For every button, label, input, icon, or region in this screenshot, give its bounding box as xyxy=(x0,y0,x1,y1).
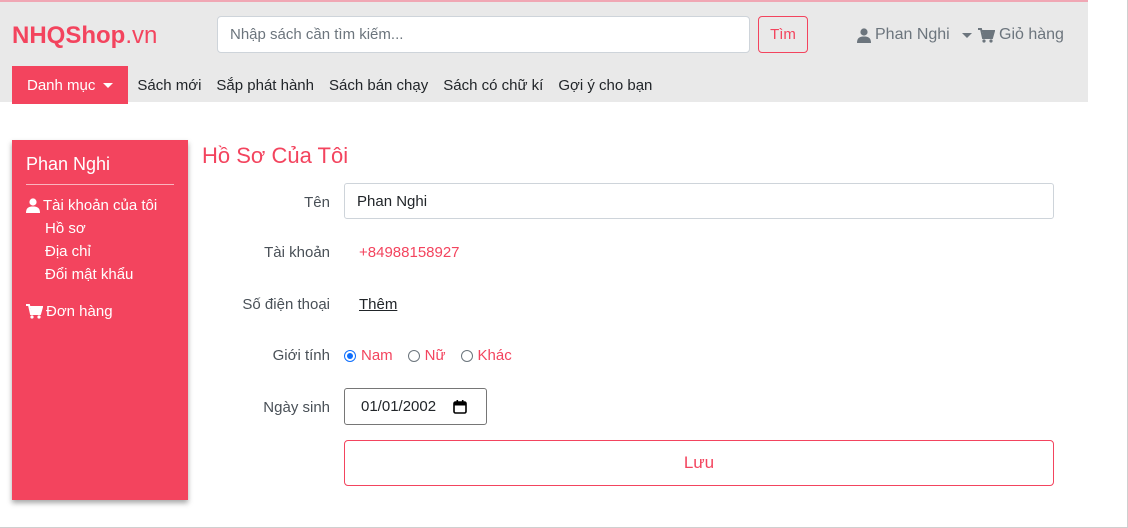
account-sidebar: Phan Nghi Tài khoản của tôi Hồ sơ Địa ch… xyxy=(12,140,188,500)
sidebar-item-orders[interactable]: Đơn hàng xyxy=(26,303,113,320)
gender-label: Giới tính xyxy=(272,347,330,364)
radio-label: Nam xyxy=(361,347,393,364)
calendar-icon[interactable] xyxy=(453,400,467,414)
sidebar-item-change-password[interactable]: Đổi mật khẩu xyxy=(45,266,133,283)
radio-label: Nữ xyxy=(424,347,446,364)
category-label: Danh mục xyxy=(27,76,96,94)
sidebar-user-name: Phan Nghi xyxy=(26,154,111,174)
phone-label: Số điện thoại xyxy=(242,296,330,313)
logo-text: NHQShop xyxy=(12,22,126,49)
radio-button[interactable] xyxy=(344,349,356,362)
radio-label: Khác xyxy=(477,347,512,364)
chevron-down-icon xyxy=(103,82,114,88)
radio-button[interactable] xyxy=(460,349,473,362)
nav-link-new-books[interactable]: Sách mới xyxy=(137,77,201,94)
birthday-input[interactable]: 01/01/2002 xyxy=(344,388,487,425)
sidebar-item-my-account[interactable]: Tài khoản của tôi xyxy=(26,197,157,214)
cart-label: Giỏ hàng xyxy=(999,26,1064,43)
user-icon xyxy=(26,198,40,213)
search-input[interactable] xyxy=(217,16,750,53)
birthday-label: Ngày sinh xyxy=(263,399,330,416)
gender-radio-group: Nam Nữ Khác xyxy=(344,347,527,364)
name-label: Tên xyxy=(304,194,330,211)
user-menu-label: Phan Nghi xyxy=(875,26,950,43)
nav-link-recommended[interactable]: Gợi ý cho bạn xyxy=(558,77,652,94)
sidebar-item-label: Đơn hàng xyxy=(46,303,113,320)
save-button[interactable]: Lưu xyxy=(344,440,1054,486)
main-nav: Danh mục Sách mới Sắp phát hành Sách bán… xyxy=(12,66,652,104)
gender-option-other[interactable]: Khác xyxy=(460,347,512,364)
cart-icon xyxy=(26,304,43,319)
user-icon xyxy=(857,27,871,43)
header: NHQShop.vn Tìm Phan Nghi Giỏ hàng Danh m… xyxy=(0,0,1088,104)
gender-option-male[interactable]: Nam xyxy=(344,347,393,364)
sidebar-item-profile[interactable]: Hồ sơ xyxy=(45,220,86,237)
nav-link-upcoming[interactable]: Sắp phát hành xyxy=(216,77,314,94)
sidebar-item-address[interactable]: Địa chỉ xyxy=(45,243,91,260)
name-input[interactable] xyxy=(344,183,1054,219)
cart-link[interactable]: Giỏ hàng xyxy=(978,26,1064,44)
account-label: Tài khoản xyxy=(264,244,330,261)
logo-suffix: .vn xyxy=(125,22,158,49)
nav-link-best-sellers[interactable]: Sách bán chạy xyxy=(329,77,428,94)
add-phone-link[interactable]: Thêm xyxy=(359,296,397,313)
logo[interactable]: NHQShop.vn xyxy=(12,22,157,50)
chevron-down-icon xyxy=(961,32,972,38)
category-dropdown[interactable]: Danh mục xyxy=(12,66,129,104)
search-button[interactable]: Tìm xyxy=(758,16,808,53)
gender-option-female[interactable]: Nữ xyxy=(407,347,446,364)
page-title: Hồ Sơ Của Tôi xyxy=(202,143,349,168)
birthday-value: 01/01/2002 xyxy=(361,398,437,415)
sidebar-divider xyxy=(26,184,174,185)
account-value: +84988158927 xyxy=(359,244,460,261)
radio-button[interactable] xyxy=(407,349,420,362)
user-menu[interactable]: Phan Nghi xyxy=(857,26,972,44)
nav-link-signed-books[interactable]: Sách có chữ kí xyxy=(443,77,543,94)
sidebar-item-label: Tài khoản của tôi xyxy=(43,197,158,214)
cart-icon xyxy=(978,27,995,43)
